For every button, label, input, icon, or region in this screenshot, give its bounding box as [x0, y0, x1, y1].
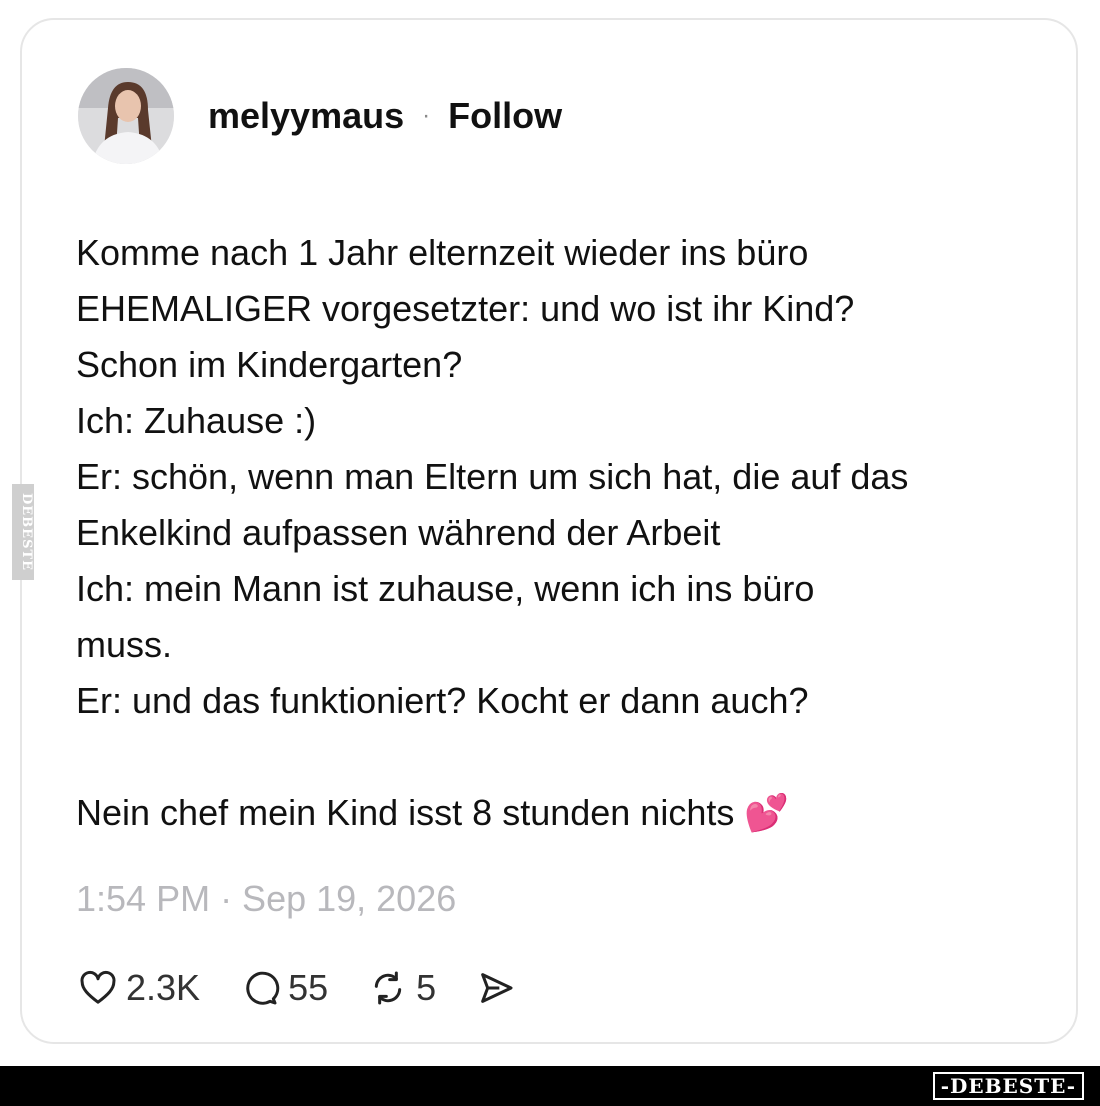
avatar[interactable]: [78, 68, 174, 164]
post-final-text: Nein chef mein Kind isst 8 stunden nicht…: [76, 792, 735, 833]
post-line: Er: schön, wenn man Eltern um sich hat, …: [76, 456, 909, 497]
post-line: Ich: mein Mann ist zuhause, wenn ich ins…: [76, 568, 815, 609]
post-card: melyymaus · Follow Komme nach 1 Jahr elt…: [20, 18, 1078, 1044]
like-count: 2.3K: [126, 967, 201, 1008]
comment-icon: [246, 971, 280, 1005]
two-hearts-emoji: 💕: [744, 792, 790, 833]
post-line: Komme nach 1 Jahr elternzeit wieder ins …: [76, 232, 809, 273]
like-button[interactable]: 2.3K: [78, 965, 200, 1011]
comment-count: 55: [288, 967, 329, 1008]
username[interactable]: melyymaus: [208, 95, 404, 137]
post-header: melyymaus · Follow: [78, 68, 562, 164]
side-watermark: DEBESTE: [12, 484, 34, 580]
repost-icon: [374, 971, 402, 1005]
post-line: EHEMALIGER vorgesetzter: und wo ist ihr …: [76, 288, 855, 329]
comment-button[interactable]: 55: [240, 965, 328, 1011]
post-line: Ich: Zuhause :): [76, 400, 317, 441]
heart-icon: [80, 970, 116, 1004]
bottom-watermark-bar: -DEBESTE-: [0, 1066, 1100, 1106]
action-bar: 2.3K 55 5: [78, 965, 564, 1011]
post-line: Er: und das funktioniert? Kocht er dann …: [76, 680, 809, 721]
repost-button[interactable]: 5: [368, 965, 436, 1011]
share-icon: [481, 973, 513, 1003]
post-line: Schon im Kindergarten?: [76, 344, 463, 385]
debeste-logo: -DEBESTE-: [932, 1072, 1084, 1100]
repost-count: 5: [416, 967, 437, 1008]
post-final-line: Nein chef mein Kind isst 8 stunden nicht…: [76, 785, 1036, 841]
post-line: Enkelkind aufpassen während der Arbeit: [76, 512, 721, 553]
post-text: Komme nach 1 Jahr elternzeit wieder ins …: [76, 225, 1036, 841]
separator-dot: ·: [422, 102, 431, 129]
post-line: muss.: [76, 624, 173, 665]
share-button[interactable]: [476, 968, 524, 1008]
post-timestamp[interactable]: 1:54 PM · Sep 19, 2026: [76, 878, 456, 920]
follow-button[interactable]: Follow: [448, 95, 562, 137]
